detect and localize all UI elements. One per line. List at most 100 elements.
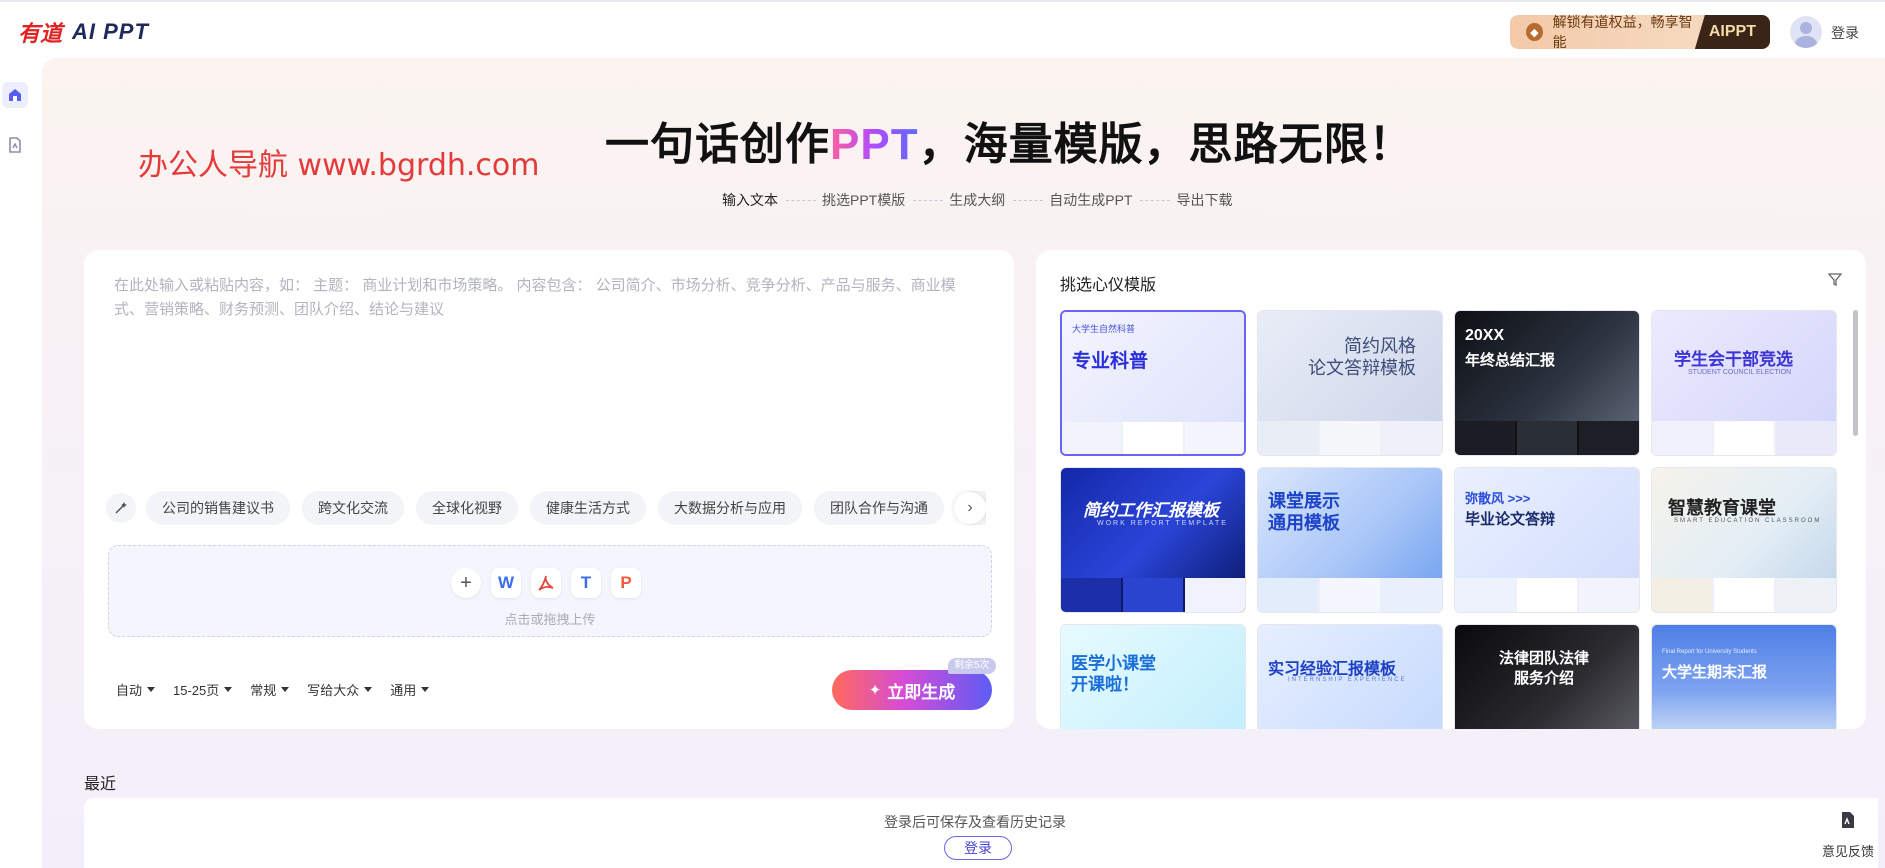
home-icon [9,89,21,101]
step-1: 输入文本 [722,192,778,208]
login-link[interactable]: 登录 [1831,23,1859,43]
content-textarea[interactable]: 在此处输入或粘贴内容，如： 主题： 商业计划和市场策略。 内容包含： 公司简介、… [114,274,984,322]
sidebar [0,58,42,868]
recent-section-title: 最近 [84,776,117,793]
option-audience[interactable]: 写给大众 [307,680,373,699]
template-title: 毕业论文答辩 [1465,511,1556,528]
step-3: 生成大纲 [949,192,1006,208]
template-subtitle: STUDENT COUNCIL ELECTION [1688,369,1792,376]
logo-brand: 有道 [18,21,63,47]
template-card-item[interactable]: 实习经验汇报模板 INTERNSHIP EXPERIENCE [1257,624,1443,729]
template-subtitle: 20XX [1465,327,1505,344]
template-card-item[interactable]: 20XX 年终总结汇报 [1454,310,1640,456]
template-card-item[interactable]: 智慧教育课堂 SMART EDUCATION CLASSROOM [1651,467,1837,613]
sparkle-icon: ✦ [868,682,882,699]
template-title: 法律团队法律 服务介绍 [1499,650,1590,687]
topic-chips: 公司的销售建议书 跨文化交流 全球化视野 健康生活方式 大数据分析与应用 团队合… [106,490,986,526]
topic-chip[interactable]: 公司的销售建议书 [146,491,290,525]
title-prefix: 一句话创作 [605,120,830,169]
template-title: 简约工作汇报模板 [1083,501,1219,520]
avatar[interactable] [1790,16,1822,48]
feedback-icon [1842,812,1854,828]
watermark-text: 办公人导航 www.bgrdh.com [138,148,540,183]
template-title: 专业科普 [1072,351,1149,372]
promo-banner[interactable]: ◆ 解锁有道权益，畅享智能 AIPPT [1510,14,1770,50]
caret-down-icon [147,687,156,692]
template-scrollbar[interactable] [1853,310,1858,436]
template-card-item[interactable]: 课堂展示 通用模板 [1257,467,1443,613]
upload-hint: 点击或拖拽上传 [504,612,596,627]
template-card-item[interactable]: 学生会干部竞选 STUDENT COUNCIL ELECTION [1651,310,1837,456]
promo-text: 解锁有道权益，畅享智能 [1552,14,1693,50]
topic-chip[interactable]: 团队合作与沟通 [814,491,944,525]
caret-down-icon [281,687,290,692]
upload-area[interactable]: + W T P 点击或拖拽上传 [108,545,992,637]
chevron-right-icon[interactable]: › [954,492,986,524]
input-card: 在此处输入或粘贴内容，如： 主题： 商业计划和市场策略。 内容包含： 公司简介、… [84,250,1014,729]
magic-wand-icon[interactable] [106,493,136,523]
template-card-item[interactable]: 大学生自然科普 专业科普 [1060,310,1246,456]
option-label: 写给大众 [307,683,360,698]
top-bar: 有道 AI PPT ◆ 解锁有道权益，畅享智能 AIPPT 登录 [0,0,1885,58]
document-icon [9,137,21,153]
option-label: 常规 [250,683,277,698]
option-pages[interactable]: 15-25页 [173,680,233,699]
template-subtitle: 弥散风 >>> [1465,491,1531,506]
promo-badge: AIPPT [1694,15,1770,49]
template-title: 学生会干部竞选 [1674,350,1793,369]
generate-button[interactable]: ✦ 立即生成 [832,670,992,710]
caret-down-icon [364,687,373,692]
pdf-icon[interactable] [531,568,561,598]
template-title: 课堂展示 通用模板 [1268,491,1340,533]
logo-product: AI PPT [72,19,149,44]
word-icon[interactable]: W [491,568,521,598]
filter-icon[interactable] [1827,272,1843,291]
step-divider [1140,199,1171,201]
topic-chip[interactable]: 全球化视野 [416,491,518,525]
template-card-item[interactable]: 简约风格 论文答辩模板 [1257,310,1443,456]
option-scene[interactable]: 通用 [390,680,430,699]
option-label: 自动 [116,683,143,698]
step-4: 自动生成PPT [1049,192,1133,208]
option-length[interactable]: 常规 [250,680,290,699]
template-card-item[interactable]: Final Report for University Students 大学生… [1651,624,1837,729]
template-subtitle: SMART EDUCATION CLASSROOM [1674,518,1822,524]
template-section-title: 挑选心仪模版 [1060,277,1157,294]
recent-login-button[interactable]: 登录 [944,836,1012,860]
template-subtitle: 大学生自然科普 [1072,324,1136,334]
step-2: 挑选PPT模版 [822,192,906,208]
text-icon[interactable]: T [571,568,601,598]
step-divider [786,199,816,201]
option-label: 通用 [390,683,417,698]
topic-chip[interactable]: 大数据分析与应用 [658,491,802,525]
recent-empty-text: 登录后可保存及查看历史记录 [884,814,1066,830]
step-indicator: 输入文本 挑选PPT模版 生成大纲 自动生成PPT 导出下载 [722,190,1232,210]
template-title: 简约风格 论文答辩模板 [1308,336,1416,378]
sidebar-item-documents[interactable] [2,132,28,158]
template-subtitle: WORK REPORT TEMPLATE [1097,520,1228,527]
template-grid: 大学生自然科普 专业科普 简约风格 论文答辩模板 20XX 年终总结汇报 学生会… [1060,310,1852,729]
option-mode[interactable]: 自动 [116,680,156,699]
plus-icon[interactable]: + [451,568,481,598]
template-title: 大学生期末汇报 [1662,664,1768,681]
option-label: 15-25页 [173,683,220,698]
caret-down-icon [421,687,430,692]
template-card-item[interactable]: 弥散风 >>> 毕业论文答辩 [1454,467,1640,613]
title-ppt: PPT [830,120,919,169]
topic-chip[interactable]: 跨文化交流 [302,491,404,525]
ppt-icon[interactable]: P [611,568,641,598]
template-card-item[interactable]: 医学小课堂 开课啦！ [1060,624,1246,729]
step-5: 导出下载 [1176,192,1233,208]
sidebar-item-home[interactable] [2,82,28,108]
template-title: 智慧教育课堂 [1668,498,1776,519]
topic-chip[interactable]: 健康生活方式 [530,491,646,525]
feedback-button[interactable]: 意见反馈 [1818,798,1878,868]
template-title: 医学小课堂 开课啦！ [1071,654,1156,694]
page-title: 一句话创作PPT，海量模版，思路无限！ [605,108,1414,172]
feedback-label: 意见反馈 [1821,844,1874,859]
template-card-item[interactable]: 简约工作汇报模板 WORK REPORT TEMPLATE [1060,467,1246,613]
template-card-item[interactable]: 法律团队法律 服务介绍 [1454,624,1640,729]
logo[interactable]: 有道 AI PPT [18,16,149,48]
template-subtitle: Final Report for University Students [1662,649,1757,655]
remaining-badge: 剩余5次 [948,658,996,674]
